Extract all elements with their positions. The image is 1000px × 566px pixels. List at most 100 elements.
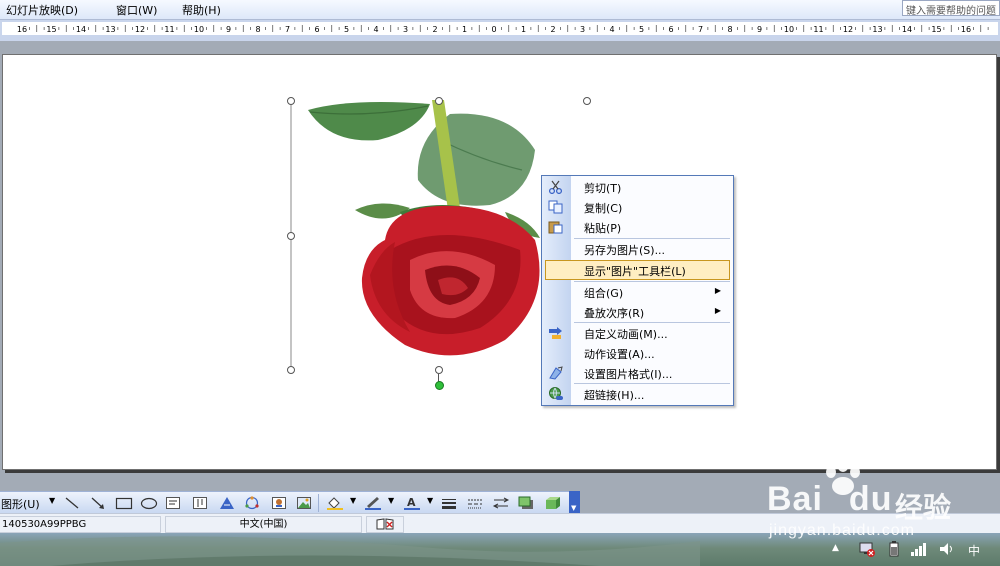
- ime-indicator[interactable]: 中: [968, 542, 980, 559]
- ruler-label: 6: [314, 25, 319, 34]
- status-language[interactable]: 中文(中国): [165, 516, 362, 533]
- resize-handle-s[interactable]: [435, 366, 443, 374]
- watermark-jingyan: 经验: [895, 491, 952, 524]
- ruler-label: 8: [255, 25, 260, 34]
- ruler-label: 10: [194, 25, 204, 34]
- menu-item-format-picture[interactable]: 设置图片格式(I)...: [542, 363, 731, 383]
- line-style-icon[interactable]: [440, 496, 458, 510]
- ruler-label: 5: [639, 25, 644, 34]
- battery-icon[interactable]: [888, 541, 900, 557]
- menu-item-save-as-picture[interactable]: 另存为图片(S)...: [542, 239, 731, 259]
- vertical-textbox-icon[interactable]: [192, 496, 208, 510]
- watermark-brand-du: du: [848, 480, 893, 518]
- dropdown-arrow-icon[interactable]: ▼: [350, 496, 356, 510]
- show-hidden-icons-icon[interactable]: ▲: [832, 543, 839, 553]
- rotate-handle[interactable]: [435, 381, 444, 390]
- ruler-label: 3: [580, 25, 585, 34]
- status-document-name: 140530A99PPBG: [0, 516, 161, 533]
- ruler-label: 8: [727, 25, 732, 34]
- dash-style-icon[interactable]: [466, 496, 484, 510]
- ruler-label: 15: [46, 25, 56, 34]
- fill-color-icon[interactable]: [326, 496, 344, 510]
- help-search-input[interactable]: 键入需要帮助的问题: [902, 0, 1000, 16]
- watermark-url: jingyan.baidu.com: [769, 522, 915, 539]
- dropdown-arrow-icon[interactable]: ▼: [388, 496, 394, 510]
- watermark-brand: Bai: [767, 480, 823, 518]
- font-color-icon[interactable]: A: [403, 496, 421, 510]
- textbox-tool-icon[interactable]: [165, 496, 181, 510]
- ruler-label: 7: [698, 25, 703, 34]
- menu-item-order[interactable]: 叠放次序(R) ▶: [542, 302, 731, 322]
- ruler-label: 10: [784, 25, 794, 34]
- menu-slideshow[interactable]: 幻灯片放映(D): [6, 2, 78, 18]
- diagram-icon[interactable]: [244, 496, 260, 510]
- menu-item-copy[interactable]: 复制(C): [542, 197, 731, 217]
- ruler-label: 11: [164, 25, 174, 34]
- ruler-label: 6: [668, 25, 673, 34]
- rectangle-tool-icon[interactable]: [115, 496, 133, 510]
- context-menu: 剪切(T) 复制(C) 粘贴(P) 另存为图片(S)... 显示"图片"工具栏(…: [541, 175, 734, 406]
- resize-handle-n[interactable]: [435, 97, 443, 105]
- ruler-ticks: 16 15 14 13 12 11 10 9 8 7 6 5 4 3 2 1 0 1 2 3 4 5 6 7 8 9 10 11 12 1…: [17, 25, 989, 34]
- signal-strength-icon[interactable]: [910, 541, 928, 557]
- ruler-label: 14: [76, 25, 86, 34]
- ellipse-tool-icon[interactable]: [140, 496, 158, 510]
- menu-window[interactable]: 窗口(W): [116, 2, 157, 18]
- ruler-label: 7: [285, 25, 290, 34]
- clipart-icon[interactable]: [271, 496, 287, 510]
- horizontal-ruler[interactable]: 16 15 14 13 12 11 10 9 8 7 6 5 4 3 2 1 0 1 2 3 4 5 6 7 8 9 10 11 12 1…: [2, 22, 998, 35]
- toolbar-separator: [318, 494, 319, 512]
- status-spellcheck[interactable]: [366, 516, 404, 533]
- ruler-label: 11: [813, 25, 823, 34]
- ruler-label: 1: [521, 25, 526, 34]
- ruler-label: 12: [135, 25, 145, 34]
- ruler-label: 16: [961, 25, 971, 34]
- arrow-tool-icon[interactable]: [90, 496, 106, 510]
- volume-icon[interactable]: [938, 541, 956, 557]
- menu-item-paste[interactable]: 粘贴(P): [542, 217, 731, 237]
- submenu-arrow-icon: ▶: [714, 306, 721, 315]
- format-picture-icon: [549, 366, 563, 380]
- baidu-watermark: Bai du 经验 jingyan.baidu.com: [755, 462, 995, 542]
- ruler-label: 13: [872, 25, 882, 34]
- menu-item-show-picture-toolbar[interactable]: 显示"图片"工具栏(L): [545, 260, 730, 280]
- ruler-label: 12: [843, 25, 853, 34]
- leaf-right: [417, 113, 535, 206]
- svg-text:A: A: [407, 496, 416, 509]
- resize-handle-w[interactable]: [287, 232, 295, 240]
- shadow-style-icon[interactable]: [518, 496, 536, 510]
- scissors-icon: [548, 180, 563, 194]
- menu-bar: 幻灯片放映(D) 窗口(W) 帮助(H) 键入需要帮助的问题: [0, 0, 1000, 20]
- network-error-icon[interactable]: [858, 541, 876, 557]
- ruler-label: 4: [373, 25, 378, 34]
- ruler-label: 2: [550, 25, 555, 34]
- insert-picture-icon[interactable]: [296, 496, 312, 510]
- menu-item-action-settings[interactable]: 动作设置(A)...: [542, 343, 731, 363]
- menu-item-custom-animation[interactable]: 自定义动画(M)...: [542, 323, 731, 343]
- leaf-left: [308, 102, 430, 141]
- menu-help[interactable]: 帮助(H): [182, 2, 221, 18]
- dropdown-arrow-icon[interactable]: ▼: [49, 496, 55, 510]
- ruler-label: 0: [491, 25, 496, 34]
- menu-item-cut[interactable]: 剪切(T): [542, 177, 731, 197]
- submenu-arrow-icon: ▶: [714, 286, 721, 295]
- resize-handle-ne[interactable]: [583, 97, 591, 105]
- resize-handle-sw[interactable]: [287, 366, 295, 374]
- line-tool-icon[interactable]: [64, 496, 80, 510]
- menu-item-hyperlink[interactable]: 超链接(H)...: [542, 384, 731, 404]
- ruler-label: 9: [226, 25, 231, 34]
- arrow-style-icon[interactable]: [492, 496, 510, 510]
- ruler-label: 13: [105, 25, 115, 34]
- toolbar-options-button[interactable]: ▼: [569, 491, 580, 514]
- menu-item-group[interactable]: 组合(G) ▶: [542, 282, 731, 302]
- shapes-menu-button[interactable]: 图形(U): [1, 496, 40, 511]
- spellcheck-book-icon: [376, 518, 394, 530]
- dropdown-arrow-icon[interactable]: ▼: [427, 496, 433, 510]
- resize-handle-nw[interactable]: [287, 97, 295, 105]
- line-color-icon[interactable]: [364, 496, 382, 510]
- copy-icon: [548, 200, 563, 214]
- wordart-icon[interactable]: [218, 496, 236, 510]
- ruler-label: 9: [757, 25, 762, 34]
- 3d-style-icon[interactable]: [544, 496, 562, 510]
- drawing-toolbar: 图形(U) ▼ ▼ ▼ A ▼: [0, 491, 580, 514]
